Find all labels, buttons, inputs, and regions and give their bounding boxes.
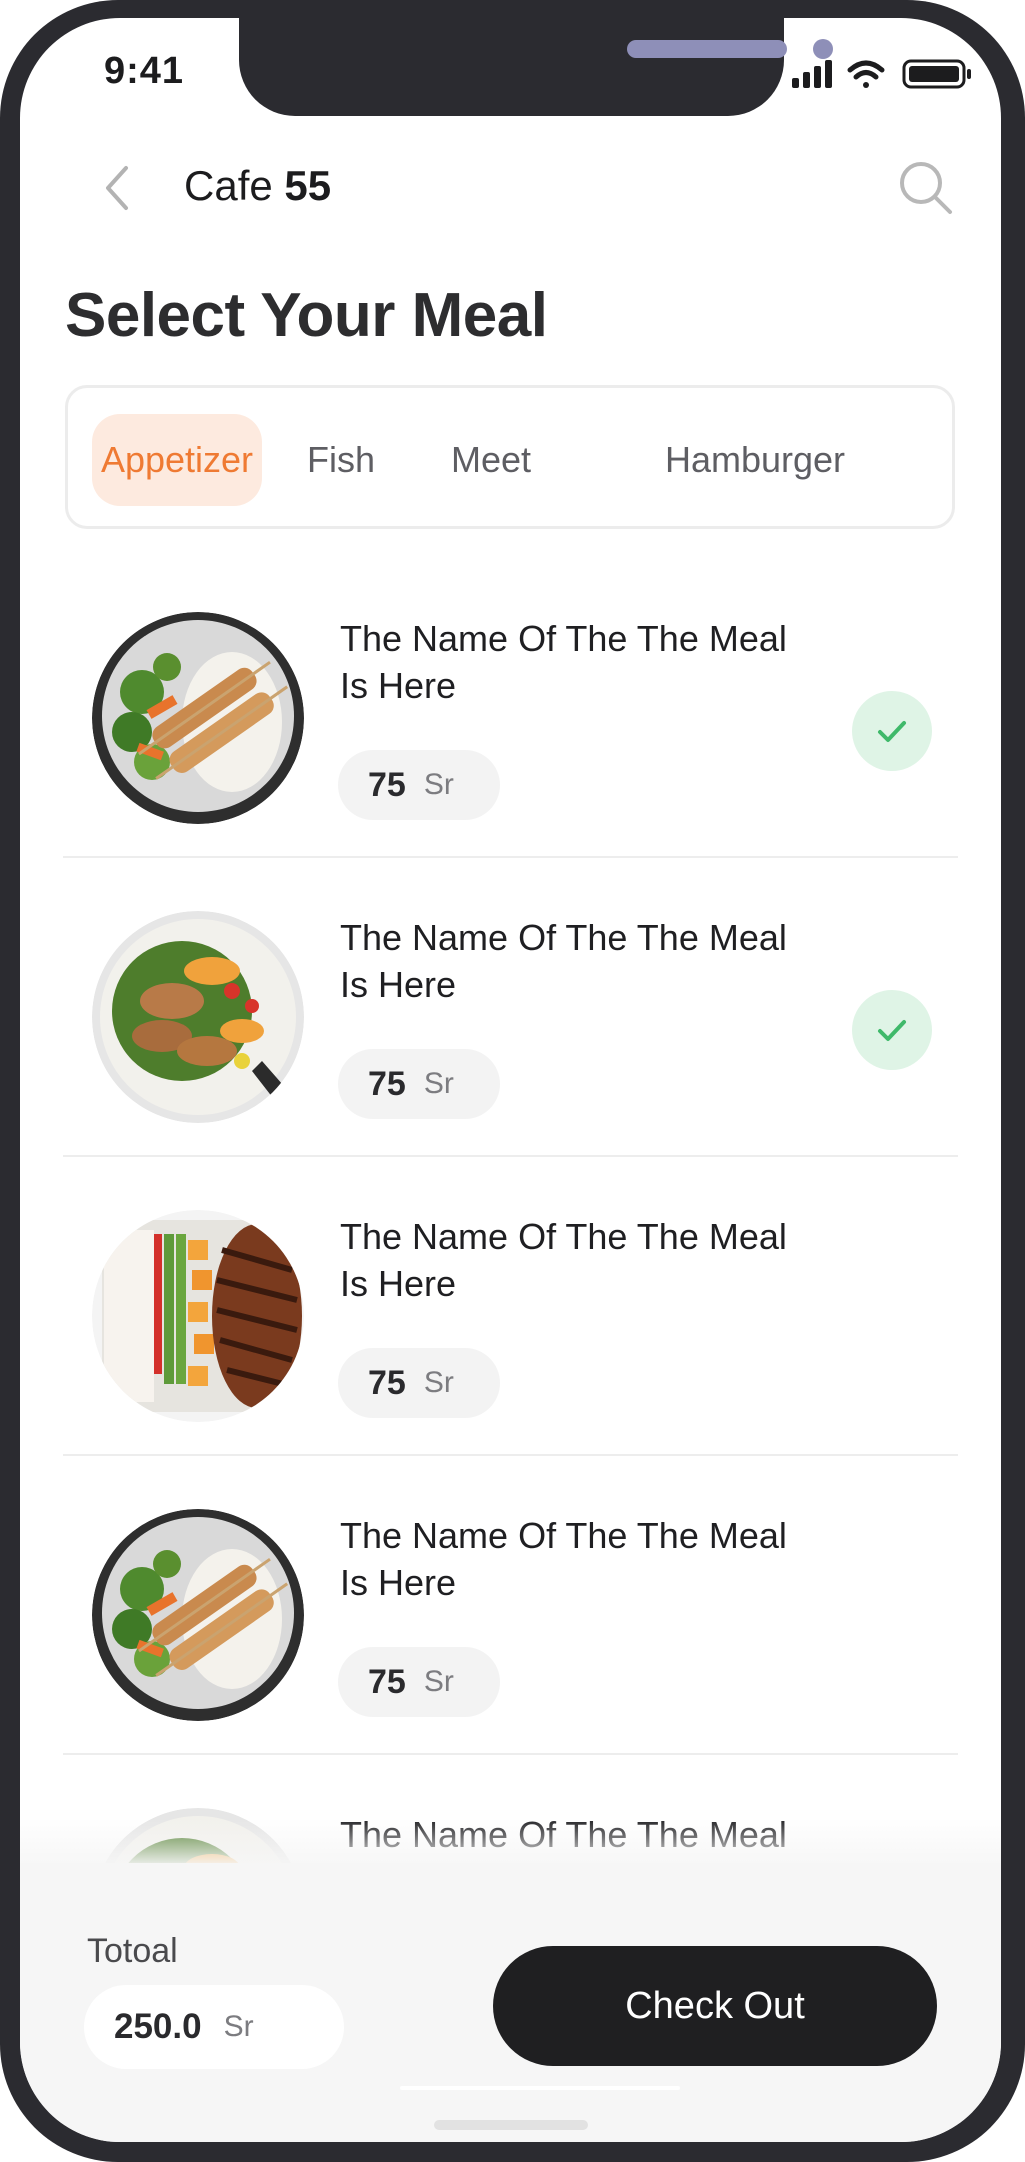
total-value: 250.0 — [114, 2007, 202, 2046]
total-label: Totoal — [87, 1932, 178, 1970]
price-currency: Sr — [423, 768, 454, 801]
phone-frame: The Name Of The The Meal Is Here 75 Sr The… — [0, 0, 1025, 2162]
price-currency: Sr — [423, 1067, 454, 1100]
speaker — [627, 40, 787, 58]
price-currency: Sr — [423, 1665, 454, 1698]
cafe-name: Cafe 55 — [184, 162, 331, 210]
meal-name: The Name Of The The Meal Is Here — [340, 618, 787, 706]
category-tabs: Appetizer Fish Meet Hamburger — [65, 385, 955, 529]
meal-name: The Name Of The The Meal Is Here — [340, 1216, 787, 1304]
camera — [813, 39, 833, 59]
status-icons — [788, 58, 988, 90]
chevron-left-icon — [106, 166, 128, 210]
tab-meet[interactable]: Meet — [416, 414, 566, 506]
cafe-name-number: 55 — [284, 162, 332, 209]
notch — [239, 18, 833, 116]
battery-icon — [902, 59, 971, 89]
status-time: 9:41 — [104, 50, 185, 92]
row-divider — [63, 1155, 958, 1157]
price-value: 75 — [368, 1363, 406, 1402]
page-title: Select Your Meal — [65, 281, 548, 350]
meal-image — [92, 612, 304, 824]
meal-name: The Name Of The The Meal Is Here — [340, 917, 787, 1005]
meal-image — [92, 1509, 304, 1721]
tab-appetizer[interactable]: Appetizer — [92, 414, 262, 506]
list-fade — [20, 1818, 1001, 1868]
meal-item[interactable]: The Name Of The The Meal Is Here 75 Sr — [20, 604, 1001, 903]
meal-selected-toggle[interactable] — [852, 990, 932, 1070]
home-indicator[interactable] — [434, 2120, 588, 2130]
checkout-button[interactable]: Check Out — [493, 1946, 937, 2066]
wifi-icon — [847, 60, 885, 88]
row-divider — [63, 1454, 958, 1456]
search-button[interactable] — [886, 148, 966, 228]
back-button[interactable] — [86, 158, 146, 218]
tab-hamburger[interactable]: Hamburger — [580, 414, 930, 506]
row-divider — [63, 1753, 958, 1755]
price-currency: Sr — [423, 1366, 454, 1399]
meal-price: 75 Sr — [338, 1049, 500, 1119]
meal-selected-toggle[interactable] — [852, 691, 932, 771]
price-value: 75 — [368, 1064, 406, 1103]
meal-item[interactable]: The Name Of The The Meal Is Here 75 Sr — [20, 1501, 1001, 1800]
check-icon — [878, 721, 906, 742]
total-currency: Sr — [223, 2010, 254, 2043]
meal-item[interactable]: The Name Of The The Meal Is Here 75 Sr — [20, 1202, 1001, 1501]
tab-fish[interactable]: Fish — [278, 414, 404, 506]
check-icon — [878, 1020, 906, 1041]
meal-price: 75 Sr — [338, 1348, 500, 1418]
meal-image — [92, 1210, 304, 1422]
meal-image — [92, 911, 304, 1123]
meal-item[interactable]: The Name Of The The Meal Is Here 75 Sr — [20, 903, 1001, 1202]
phone-screen: The Name Of The The Meal Is Here 75 Sr The… — [20, 18, 1001, 2142]
meal-price: 75 Sr — [338, 750, 500, 820]
cafe-name-prefix: Cafe — [184, 162, 285, 209]
signal-icon — [792, 60, 832, 88]
total-amount: 250.0 Sr — [84, 1985, 344, 2069]
meal-price: 75 Sr — [338, 1647, 500, 1717]
meal-name: The Name Of The The Meal Is Here — [340, 1515, 787, 1603]
price-value: 75 — [368, 765, 406, 804]
separator-line — [400, 2086, 680, 2090]
search-icon — [900, 162, 952, 214]
row-divider — [63, 856, 958, 858]
price-value: 75 — [368, 1662, 406, 1701]
